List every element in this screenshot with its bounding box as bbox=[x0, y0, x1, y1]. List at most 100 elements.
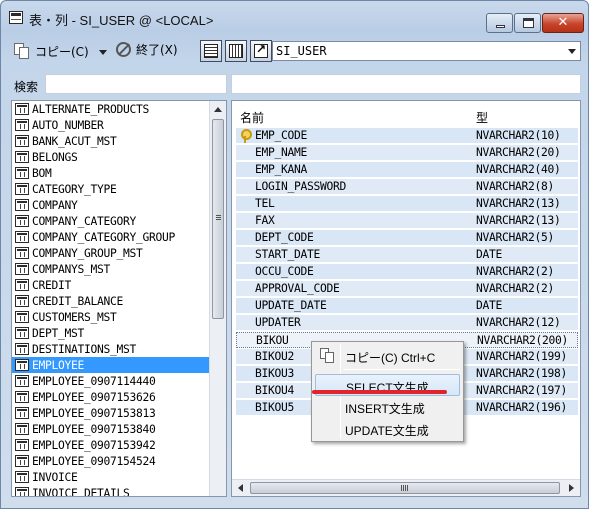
table-name: DEPT_MST bbox=[32, 326, 85, 340]
column-name: START_DATE bbox=[255, 248, 321, 261]
table-list-item[interactable]: EMPLOYEE bbox=[12, 357, 210, 373]
column-type: NVARCHAR2(20) bbox=[476, 146, 561, 159]
table-icon bbox=[15, 279, 29, 291]
table-list-item[interactable]: COMPANY_CATEGORY_GROUP bbox=[12, 229, 210, 245]
table-name: CREDIT bbox=[32, 278, 72, 292]
table-list-item[interactable]: EMPLOYEE_0907153813 bbox=[12, 405, 210, 421]
column-row[interactable]: TEL NVARCHAR2(13) bbox=[236, 196, 578, 212]
hscroll-thumb[interactable] bbox=[250, 482, 560, 494]
table-list-item[interactable]: EMPLOYEE_0907154524 bbox=[12, 453, 210, 469]
close-button[interactable]: ✕ bbox=[542, 13, 584, 33]
context-copy-item[interactable]: コピー(C) Ctrl+C bbox=[315, 345, 460, 367]
table-name: EMPLOYEE bbox=[32, 358, 85, 372]
column-row[interactable]: LOGIN_PASSWORD NVARCHAR2(8) bbox=[236, 179, 578, 195]
column-name: FAX bbox=[255, 214, 275, 227]
table-list-item[interactable]: DESTINATIONS_MST bbox=[12, 341, 210, 357]
table-list-item[interactable]: INVOICE bbox=[12, 469, 210, 485]
exit-button[interactable]: 終了(X) bbox=[116, 41, 178, 58]
table-list-item[interactable]: COMPANY_GROUP_MST bbox=[12, 245, 210, 261]
table-name: INVOICE_DETAILS bbox=[32, 486, 130, 497]
table-list-item[interactable]: BOM bbox=[12, 165, 210, 181]
table-list-item[interactable]: CREDIT bbox=[12, 277, 210, 293]
calculator-button[interactable] bbox=[225, 40, 247, 62]
table-icon bbox=[15, 327, 29, 339]
table-search-input[interactable] bbox=[45, 74, 227, 94]
scroll-right-arrow-icon[interactable] bbox=[569, 484, 574, 492]
column-row[interactable]: FAX NVARCHAR2(13) bbox=[236, 213, 578, 229]
table-list-item[interactable]: EMPLOYEE_0907153942 bbox=[12, 437, 210, 453]
table-name: AUTO_NUMBER bbox=[32, 118, 104, 132]
table-name: INVOICE bbox=[32, 470, 78, 484]
table-icon bbox=[15, 375, 29, 387]
table-list-item[interactable]: COMPANYS_MST bbox=[12, 261, 210, 277]
table-name: DESTINATIONS_MST bbox=[32, 342, 137, 356]
column-name: EMP_CODE bbox=[255, 129, 308, 142]
close-icon: ✕ bbox=[557, 15, 569, 30]
context-insert-item[interactable]: INSERT文生成 bbox=[315, 396, 460, 418]
maximize-button[interactable] bbox=[514, 13, 541, 33]
table-list-scrollbar[interactable] bbox=[209, 101, 226, 496]
scroll-thumb[interactable] bbox=[212, 119, 224, 319]
scroll-left-arrow-icon[interactable] bbox=[238, 484, 243, 492]
table-list-item[interactable]: BELONGS bbox=[12, 149, 210, 165]
table-name: EMPLOYEE_0907153942 bbox=[32, 438, 156, 452]
column-type: NVARCHAR2(5) bbox=[476, 231, 555, 244]
table-name: CREDIT_BALANCE bbox=[32, 294, 124, 308]
table-icon bbox=[15, 119, 29, 131]
table-list-item[interactable]: INVOICE_DETAILS bbox=[12, 485, 210, 497]
table-icon bbox=[15, 391, 29, 403]
column-type: DATE bbox=[476, 299, 503, 312]
column-name: TEL bbox=[255, 197, 275, 210]
column-row[interactable]: DEPT_CODE NVARCHAR2(5) bbox=[236, 230, 578, 246]
table-icon bbox=[15, 199, 29, 211]
table-list-item[interactable]: EMPLOYEE_0907153840 bbox=[12, 421, 210, 437]
table-list-item[interactable]: CREDIT_BALANCE bbox=[12, 293, 210, 309]
table-list-item[interactable]: ALTERNATE_PRODUCTS bbox=[12, 101, 210, 117]
table-icon bbox=[15, 471, 29, 483]
column-row[interactable]: UPDATER NVARCHAR2(12) bbox=[236, 315, 578, 331]
jump-button[interactable] bbox=[250, 40, 272, 62]
column-name: BIKOU5 bbox=[255, 401, 295, 414]
column-row[interactable]: OCCU_CODE NVARCHAR2(2) bbox=[236, 264, 578, 280]
table-list-item[interactable]: EMPLOYEE_0907114440 bbox=[12, 373, 210, 389]
table-name: BOM bbox=[32, 166, 52, 180]
table-list-item[interactable]: COMPANY_CATEGORY bbox=[12, 213, 210, 229]
table-list-item[interactable]: BANK_ACUT_MST bbox=[12, 133, 210, 149]
column-type: NVARCHAR2(196) bbox=[476, 401, 568, 414]
column-row[interactable]: APPROVAL_CODE NVARCHAR2(2) bbox=[236, 281, 578, 297]
table-list-item[interactable]: AUTO_NUMBER bbox=[12, 117, 210, 133]
scroll-up-arrow-icon[interactable] bbox=[214, 107, 222, 112]
column-filter-input[interactable] bbox=[231, 74, 581, 94]
prohibit-icon bbox=[116, 42, 131, 57]
copy-dropdown-arrow-icon[interactable] bbox=[99, 50, 107, 55]
table-select[interactable]: SI_USER bbox=[272, 41, 581, 61]
column-list-hscrollbar[interactable] bbox=[232, 479, 580, 496]
column-row[interactable]: EMP_NAME NVARCHAR2(20) bbox=[236, 145, 578, 161]
copy-button[interactable]: コピー(C) bbox=[14, 41, 89, 61]
grid-view-button[interactable] bbox=[200, 40, 222, 62]
column-header-name[interactable]: 名前 bbox=[240, 109, 264, 126]
column-row[interactable]: EMP_CODE NVARCHAR2(10) bbox=[236, 128, 578, 144]
context-update-label: UPDATE文生成 bbox=[345, 424, 429, 438]
table-icon bbox=[15, 103, 29, 115]
column-row[interactable]: EMP_KANA NVARCHAR2(40) bbox=[236, 162, 578, 178]
column-row[interactable]: UPDATE_DATE DATE bbox=[236, 298, 578, 314]
table-icon bbox=[15, 359, 29, 371]
table-list-item[interactable]: DEPT_MST bbox=[12, 325, 210, 341]
calculator-icon bbox=[229, 44, 243, 58]
column-type: NVARCHAR2(197) bbox=[476, 384, 568, 397]
table-list-item[interactable]: CUSTOMERS_MST bbox=[12, 309, 210, 325]
table-name: COMPANY_GROUP_MST bbox=[32, 246, 143, 260]
title-bar[interactable]: 表・列 - SI_USER @ <LOCAL> ✕ bbox=[1, 1, 588, 33]
table-icon bbox=[15, 343, 29, 355]
context-update-item[interactable]: UPDATE文生成 bbox=[315, 418, 460, 440]
table-list-item[interactable]: COMPANY bbox=[12, 197, 210, 213]
table-list-item[interactable]: CATEGORY_TYPE bbox=[12, 181, 210, 197]
context-insert-label: INSERT文生成 bbox=[345, 402, 425, 416]
table-icon bbox=[15, 455, 29, 467]
column-row[interactable]: START_DATE DATE bbox=[236, 247, 578, 263]
column-header-type[interactable]: 型 bbox=[476, 109, 488, 126]
grid-icon bbox=[204, 44, 218, 58]
minimize-button[interactable] bbox=[486, 13, 513, 33]
table-list-item[interactable]: EMPLOYEE_0907153626 bbox=[12, 389, 210, 405]
